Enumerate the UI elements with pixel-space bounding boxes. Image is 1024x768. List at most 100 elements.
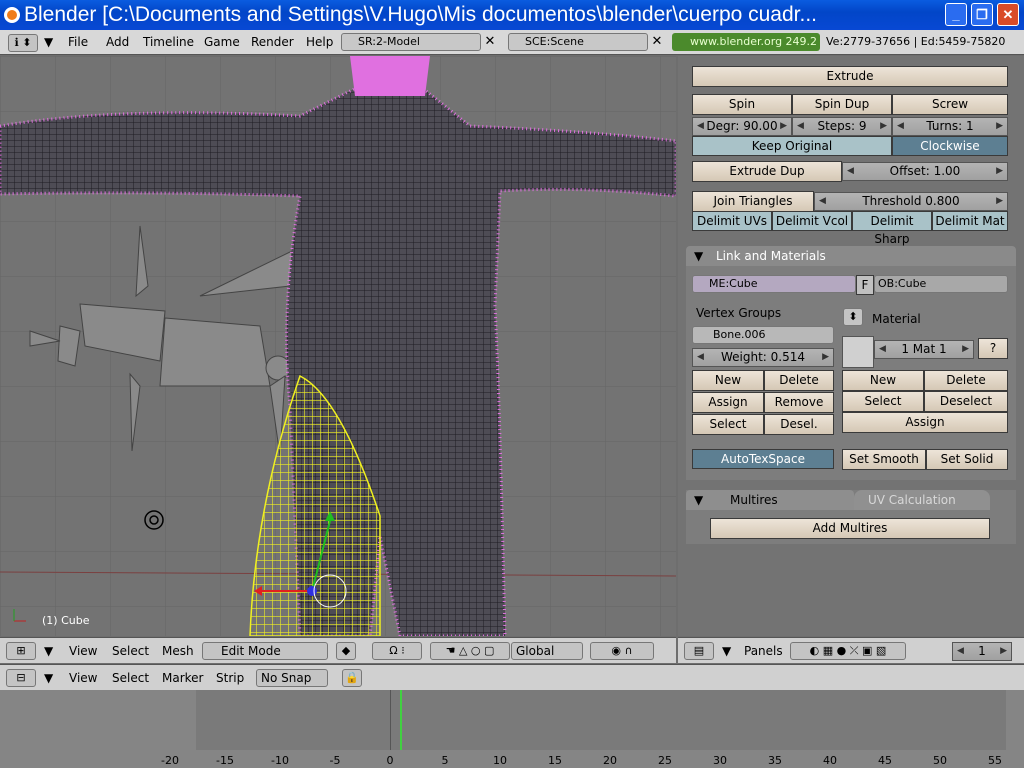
editor-type-icon[interactable]: ⊟ bbox=[6, 669, 36, 687]
3d-viewport[interactable]: (1) Cube bbox=[0, 56, 676, 636]
frame-tick: 25 bbox=[658, 754, 672, 767]
clockwise-toggle[interactable]: Clockwise bbox=[892, 136, 1008, 156]
pivot-icon[interactable]: Ω ⁝ bbox=[372, 642, 422, 660]
material-color-swatch[interactable] bbox=[842, 336, 874, 368]
vertex-group-selector[interactable]: Bone.006 bbox=[692, 326, 834, 344]
snap-selector[interactable]: No Snap bbox=[256, 669, 328, 687]
menu-timeline[interactable]: Timeline bbox=[143, 35, 194, 49]
mat-delete-button[interactable]: Delete bbox=[924, 370, 1008, 391]
menu-add[interactable]: Add bbox=[106, 35, 129, 49]
scene-selector[interactable]: SCE:Scene bbox=[508, 33, 648, 51]
screen-selector[interactable]: SR:2-Model bbox=[341, 33, 481, 51]
material-help-button[interactable]: ? bbox=[978, 338, 1008, 359]
mat-select-button[interactable]: Select bbox=[842, 391, 924, 412]
weight-field[interactable]: ◀ Weight: 0.514 ▶ bbox=[692, 348, 834, 367]
delimit-sharp-toggle[interactable]: Delimit Sharp bbox=[852, 211, 932, 246]
vg-deselect-button[interactable]: Desel. bbox=[764, 414, 834, 435]
tab-uv-calculation[interactable]: UV Calculation bbox=[854, 490, 990, 510]
spin-dup-button[interactable]: Spin Dup bbox=[792, 94, 892, 115]
frame-tick: -10 bbox=[271, 754, 289, 767]
vertex-groups-label: Vertex Groups bbox=[696, 306, 782, 320]
editor-type-icon[interactable]: ⊞ bbox=[6, 642, 36, 660]
context-tabs-icon[interactable]: ◐ ▦ ● ⤫ ▣ ▧ bbox=[790, 642, 906, 660]
draw-type-icon[interactable]: ◆ bbox=[336, 642, 356, 660]
degr-field[interactable]: ◀ Degr: 90.00 ▶ bbox=[692, 117, 792, 136]
material-menu-icon[interactable]: ⬍ bbox=[843, 308, 863, 326]
menu-select[interactable]: Select bbox=[112, 644, 149, 658]
panels-menu[interactable]: Panels bbox=[744, 644, 783, 658]
lock-icon[interactable]: 🔒 bbox=[342, 669, 362, 687]
header-collapse-icon[interactable]: ▼ bbox=[722, 644, 731, 658]
frame-tick: 55 bbox=[988, 754, 1002, 767]
header-collapse-icon[interactable]: ▼ bbox=[44, 35, 53, 49]
vg-assign-button[interactable]: Assign bbox=[692, 392, 764, 413]
editor-type-icon[interactable]: ▤ bbox=[684, 642, 714, 660]
mat-new-button[interactable]: New bbox=[842, 370, 924, 391]
orientation-selector[interactable]: Global bbox=[511, 642, 583, 660]
menu-game[interactable]: Game bbox=[204, 35, 240, 49]
mode-selector[interactable]: Edit Mode bbox=[202, 642, 328, 660]
manipulator-toggle-icon[interactable]: ☚ △ ○ ▢ bbox=[430, 642, 510, 660]
join-triangles-button[interactable]: Join Triangles bbox=[692, 191, 814, 212]
buttons-window-header: ▤ ▼ Panels ◐ ▦ ● ⤫ ▣ ▧ ◀ 1 ▶ bbox=[678, 637, 1024, 663]
minimize-button[interactable]: _ bbox=[945, 3, 967, 26]
link-materials-panel: ME:Cube F OB:Cube Vertex Groups Bone.006… bbox=[686, 266, 1016, 480]
frame-field[interactable]: ◀ 1 ▶ bbox=[952, 642, 1012, 661]
frame-tick: 35 bbox=[768, 754, 782, 767]
timeline-menu-view[interactable]: View bbox=[69, 671, 97, 685]
delete-screen-icon[interactable]: ✕ bbox=[482, 33, 498, 51]
menu-view[interactable]: View bbox=[69, 644, 97, 658]
frame-tick: 50 bbox=[933, 754, 947, 767]
timeline-menu-select[interactable]: Select bbox=[112, 671, 149, 685]
viewport-header: ⊞ ▼ View Select Mesh Edit Mode ◆ Ω ⁝ ☚ △… bbox=[0, 637, 676, 663]
timeline-area[interactable]: -20 -15 -10 -5 0 5 10 15 20 25 30 35 40 … bbox=[0, 690, 1024, 768]
timeline-menu-strip[interactable]: Strip bbox=[216, 671, 244, 685]
vg-remove-button[interactable]: Remove bbox=[764, 392, 834, 413]
timeline-menu-marker[interactable]: Marker bbox=[162, 671, 203, 685]
menu-mesh[interactable]: Mesh bbox=[162, 644, 194, 658]
add-multires-button[interactable]: Add Multires bbox=[710, 518, 990, 539]
keep-original-toggle[interactable]: Keep Original bbox=[692, 136, 892, 156]
maximize-button[interactable]: ❐ bbox=[971, 3, 993, 26]
extrude-button[interactable]: Extrude bbox=[692, 66, 1008, 87]
offset-field[interactable]: ◀ Offset: 1.00 ▶ bbox=[842, 162, 1008, 181]
proportional-edit-icon[interactable]: ◉ ∩ bbox=[590, 642, 654, 660]
object-name-field[interactable]: OB:Cube bbox=[874, 275, 1008, 293]
close-button[interactable]: ✕ bbox=[997, 3, 1019, 26]
set-solid-button[interactable]: Set Solid bbox=[926, 449, 1008, 470]
link-materials-header[interactable]: ▼ Link and Materials bbox=[686, 246, 1016, 266]
multires-panel: ▼ Multires UV Calculation Add Multires bbox=[686, 490, 1016, 544]
menu-help[interactable]: Help bbox=[306, 35, 333, 49]
set-smooth-button[interactable]: Set Smooth bbox=[842, 449, 926, 470]
menu-file[interactable]: File bbox=[68, 35, 88, 49]
delimit-uvs-toggle[interactable]: Delimit UVs bbox=[692, 211, 772, 231]
steps-field[interactable]: ◀ Steps: 9 ▶ bbox=[792, 117, 892, 136]
mat-assign-button[interactable]: Assign bbox=[842, 412, 1008, 433]
active-object-label: (1) Cube bbox=[42, 614, 90, 627]
header-collapse-icon[interactable]: ▼ bbox=[44, 644, 53, 658]
delimit-vcol-toggle[interactable]: Delimit Vcol bbox=[772, 211, 852, 231]
threshold-field[interactable]: ◀ Threshold 0.800 ▶ bbox=[814, 192, 1008, 211]
fake-user-toggle[interactable]: F bbox=[856, 275, 874, 295]
screw-button[interactable]: Screw bbox=[892, 94, 1008, 115]
mat-deselect-button[interactable]: Deselect bbox=[924, 391, 1008, 412]
header-collapse-icon[interactable]: ▼ bbox=[44, 671, 53, 685]
frame-tick: 20 bbox=[603, 754, 617, 767]
blender-org-label: www.blender.org 249.2 bbox=[672, 33, 820, 51]
delete-scene-icon[interactable]: ✕ bbox=[649, 33, 665, 51]
spin-button[interactable]: Spin bbox=[692, 94, 792, 115]
info-editor-icon[interactable]: ℹ ⬍ bbox=[8, 34, 38, 52]
vg-select-button[interactable]: Select bbox=[692, 414, 764, 435]
turns-field[interactable]: ◀ Turns: 1 ▶ bbox=[892, 117, 1008, 136]
delimit-mat-toggle[interactable]: Delimit Mat bbox=[932, 211, 1008, 231]
current-frame-indicator[interactable] bbox=[400, 690, 402, 750]
tab-multires[interactable]: ▼ Multires bbox=[686, 490, 854, 510]
menu-render[interactable]: Render bbox=[251, 35, 294, 49]
extrude-dup-button[interactable]: Extrude Dup bbox=[692, 161, 842, 182]
vg-new-button[interactable]: New bbox=[692, 370, 764, 391]
autotexspace-toggle[interactable]: AutoTexSpace bbox=[692, 449, 834, 469]
material-index-field[interactable]: ◀ 1 Mat 1 ▶ bbox=[874, 340, 974, 359]
mesh-datablock-field[interactable]: ME:Cube bbox=[692, 275, 856, 293]
frame-tick: 15 bbox=[548, 754, 562, 767]
vg-delete-button[interactable]: Delete bbox=[764, 370, 834, 391]
